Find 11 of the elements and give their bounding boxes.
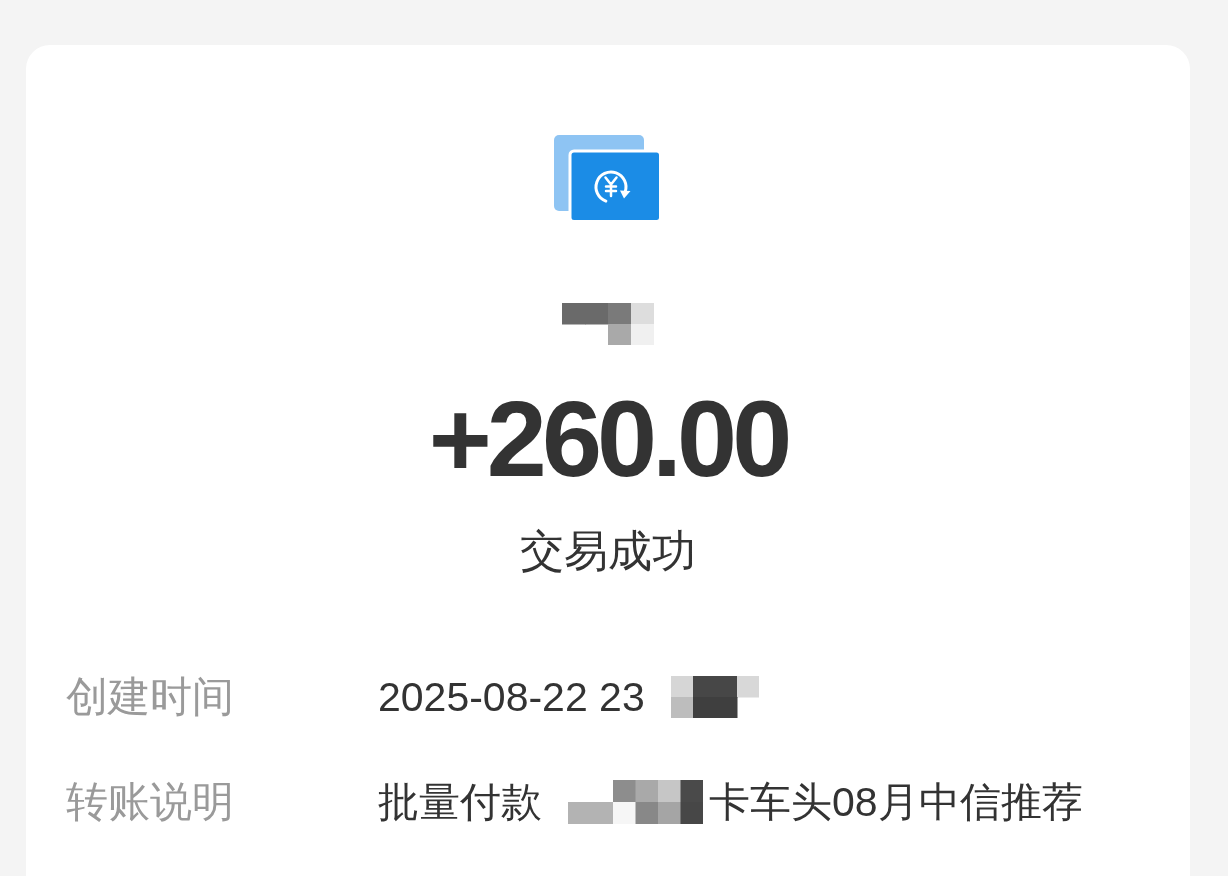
detail-value: 批量付款 xyxy=(378,778,542,827)
detail-value: 卡车头08月中信推荐 xyxy=(709,778,1083,827)
amount-text: +260.00 xyxy=(428,385,788,493)
pixel-mosaic-icon xyxy=(670,676,759,718)
status-text: 交易成功 xyxy=(520,525,696,577)
yen-card-icon xyxy=(554,135,662,223)
detail-label: 转账说明 xyxy=(66,777,235,827)
pixel-mosaic-icon xyxy=(562,303,654,345)
detail-label: 创建时间 xyxy=(66,672,235,722)
detail-value: 2025-08-22 23 xyxy=(378,673,645,722)
pixel-mosaic-icon xyxy=(568,780,703,824)
